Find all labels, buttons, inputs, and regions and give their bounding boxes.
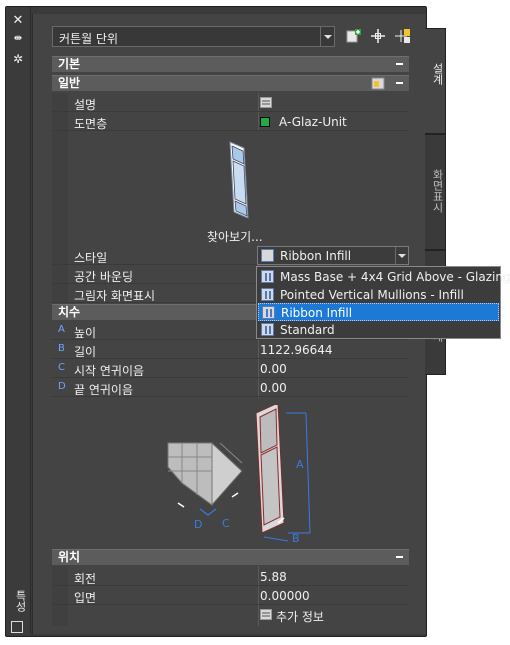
section-basic-label: 기본 bbox=[58, 57, 81, 71]
description-edit-icon[interactable] bbox=[260, 97, 272, 108]
curtain-wall-style-icon bbox=[261, 270, 274, 283]
style-select[interactable]: Ribbon Infill bbox=[257, 246, 409, 265]
row-description[interactable]: 설명 bbox=[52, 94, 409, 112]
curtain-wall-style-icon bbox=[261, 323, 274, 336]
elevation-label: 입면 bbox=[74, 591, 97, 605]
section-location[interactable]: 위치 bbox=[52, 549, 409, 565]
start-miter-value[interactable]: 0.00 bbox=[260, 362, 287, 376]
row-elevation[interactable]: 입면 0.00000 bbox=[52, 587, 409, 605]
curtain-wall-style-icon bbox=[262, 306, 275, 319]
style-label: 스타일 bbox=[74, 251, 108, 265]
unit-elevation-illustration bbox=[255, 405, 311, 542]
shadow-display-label: 그림자 화면표시 bbox=[74, 289, 156, 303]
section-basic[interactable]: 기본 bbox=[52, 56, 409, 72]
row-additional-info[interactable]: 추가 정보 bbox=[52, 606, 409, 624]
dimension-diagram bbox=[167, 405, 311, 542]
length-label: 길이 bbox=[74, 345, 97, 359]
browse-link[interactable]: 찾아보기... bbox=[207, 228, 263, 245]
row-end-miter[interactable]: D 끝 연귀이음 0.00 bbox=[52, 379, 409, 397]
chevron-down-icon[interactable] bbox=[395, 247, 408, 264]
elevation-value[interactable]: 0.00000 bbox=[260, 589, 310, 603]
collapse-icon[interactable] bbox=[396, 556, 403, 558]
curtain-wall-style-icon bbox=[261, 249, 274, 262]
row-layer[interactable]: 도면층 A-Glaz-Unit bbox=[52, 113, 409, 131]
height-label: 높이 bbox=[74, 326, 97, 340]
settings-icon[interactable]: ✲ bbox=[9, 51, 27, 67]
description-label: 설명 bbox=[74, 98, 97, 112]
start-miter-label: 시작 연귀이음 bbox=[74, 364, 145, 378]
chevron-down-icon[interactable] bbox=[320, 27, 334, 46]
diagram-label-d: D bbox=[194, 518, 203, 531]
row-start-miter[interactable]: C 시작 연귀이음 0.00 bbox=[52, 360, 409, 378]
end-miter-label: 끝 연귀이음 bbox=[74, 383, 134, 397]
section-dimensions-label: 치수 bbox=[58, 305, 81, 319]
style-preview-image[interactable] bbox=[222, 138, 254, 222]
additional-info-icon[interactable] bbox=[260, 609, 272, 620]
section-general[interactable]: 일반 bbox=[52, 75, 409, 91]
object-type-select[interactable]: 커튼월 단위 bbox=[52, 26, 335, 47]
rotation-value[interactable]: 5.88 bbox=[260, 570, 287, 584]
diagram-label-a: A bbox=[296, 458, 304, 471]
style-option-label: Ribbon Infill bbox=[281, 306, 353, 320]
space-bounding-label: 공간 바운딩 bbox=[74, 270, 134, 284]
layer-value: A-Glaz-Unit bbox=[279, 115, 347, 129]
quick-select-icon[interactable] bbox=[395, 28, 411, 44]
style-option-label: Mass Base + 4x4 Grid Above - Glazing bbox=[280, 270, 510, 284]
tab-design[interactable]: 설계 bbox=[425, 28, 446, 134]
section-general-label: 일반 bbox=[58, 76, 81, 90]
collapse-icon[interactable] bbox=[396, 63, 403, 65]
palette-titlebar[interactable]: ✕ ⇹ ✲ 특성 bbox=[6, 7, 31, 634]
layer-label: 도면층 bbox=[74, 117, 108, 131]
close-icon[interactable]: ✕ bbox=[9, 13, 27, 29]
diagram-label-b: B bbox=[292, 532, 300, 545]
style-option[interactable]: Standard bbox=[258, 321, 499, 339]
section-location-label: 위치 bbox=[58, 550, 81, 564]
tab-display[interactable]: 화면표시 bbox=[425, 134, 446, 250]
additional-info-label[interactable]: 추가 정보 bbox=[276, 608, 324, 625]
collapse-icon[interactable] bbox=[396, 82, 403, 84]
dimension-index: A bbox=[58, 324, 65, 335]
pick-point-icon[interactable] bbox=[370, 28, 386, 44]
length-value[interactable]: 1122.96644 bbox=[260, 343, 333, 357]
palette-title: 특성 bbox=[14, 590, 27, 612]
style-option[interactable]: Pointed Vertical Mullions - Infill bbox=[258, 286, 499, 304]
style-option[interactable]: Mass Base + 4x4 Grid Above - Glazing bbox=[258, 268, 510, 286]
row-length[interactable]: B 길이 1122.96644 bbox=[52, 341, 409, 359]
dimension-index: D bbox=[58, 381, 66, 392]
dimension-index: B bbox=[58, 343, 65, 354]
tab-design-label: 설계 bbox=[431, 63, 444, 85]
palette-menu-icon[interactable] bbox=[11, 621, 23, 633]
row-rotation[interactable]: 회전 5.88 bbox=[52, 568, 409, 586]
tab-display-label: 화면표시 bbox=[431, 169, 444, 213]
end-miter-value[interactable]: 0.00 bbox=[260, 381, 287, 395]
curtain-wall-style-icon bbox=[261, 288, 274, 301]
style-option-label: Standard bbox=[280, 323, 335, 337]
style-dropdown-list[interactable]: Mass Base + 4x4 Grid Above - Glazing Poi… bbox=[256, 266, 510, 339]
style-option-label: Pointed Vertical Mullions - Infill bbox=[280, 288, 464, 302]
diagram-label-c: C bbox=[222, 517, 230, 530]
autohide-icon[interactable]: ⇹ bbox=[9, 31, 27, 47]
corner-miter-illustration bbox=[167, 442, 243, 516]
style-value: Ribbon Infill bbox=[280, 249, 352, 263]
rotation-label: 회전 bbox=[74, 572, 97, 586]
dimension-index: C bbox=[58, 362, 65, 373]
layer-color-swatch bbox=[260, 117, 270, 127]
add-to-selection-icon[interactable] bbox=[346, 28, 362, 44]
style-option-selected[interactable]: Ribbon Infill bbox=[258, 303, 499, 321]
style-manager-icon[interactable] bbox=[371, 77, 385, 90]
object-type-value: 커튼월 단위 bbox=[59, 32, 119, 46]
